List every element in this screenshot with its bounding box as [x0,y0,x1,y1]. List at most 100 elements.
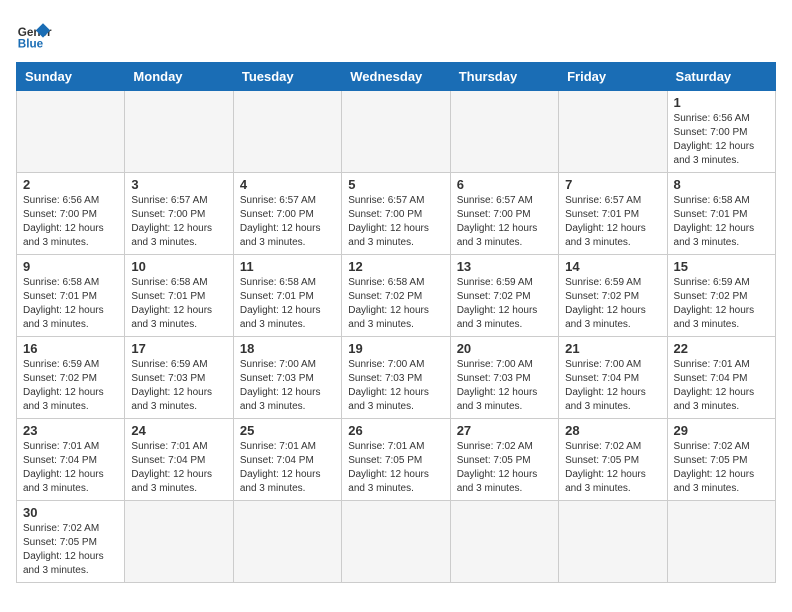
calendar-header-row: SundayMondayTuesdayWednesdayThursdayFrid… [17,63,776,91]
calendar-cell: 6 Sunrise: 6:57 AM Sunset: 7:00 PM Daylig… [450,173,558,255]
day-info: Sunrise: 6:59 AM Sunset: 7:02 PM Dayligh… [23,358,118,414]
calendar-cell: 28Sunrise: 7:02 AM Sunset: 7:05 PM Dayli… [559,419,667,501]
day-info: Sunrise: 6:57 AM Sunset: 7:00 PM Dayligh… [131,194,226,250]
day-number: 14 [565,259,660,274]
calendar-cell: 13Sunrise: 6:59 AM Sunset: 7:02 PM Dayli… [450,255,558,337]
day-number: 18 [240,341,335,356]
calendar-cell: 1 Sunrise: 6:56 AM Sunset: 7:00 PM Daylig… [667,91,775,173]
calendar-cell: 7Sunrise: 6:57 AM Sunset: 7:01 PM Daylig… [559,173,667,255]
logo: General Blue [16,16,52,52]
weekday-header-thursday: Thursday [450,63,558,91]
week-row-1: 1 Sunrise: 6:56 AM Sunset: 7:00 PM Daylig… [17,91,776,173]
calendar-cell: 9Sunrise: 6:58 AM Sunset: 7:01 PM Daylig… [17,255,125,337]
day-info: Sunrise: 7:01 AM Sunset: 7:04 PM Dayligh… [674,358,769,414]
calendar-cell: 3 Sunrise: 6:57 AM Sunset: 7:00 PM Daylig… [125,173,233,255]
day-number: 16 [23,341,118,356]
day-number: 11 [240,259,335,274]
day-number: 25 [240,423,335,438]
day-number: 12 [348,259,443,274]
day-number: 13 [457,259,552,274]
day-info: Sunrise: 7:02 AM Sunset: 7:05 PM Dayligh… [457,440,552,496]
calendar-cell [450,91,558,173]
calendar-cell [559,501,667,583]
day-number: 3 [131,177,226,192]
calendar-cell: 30 Sunrise: 7:02 AM Sunset: 7:05 PM Dayli… [17,501,125,583]
calendar-cell [125,91,233,173]
day-info: Sunrise: 6:59 AM Sunset: 7:03 PM Dayligh… [131,358,226,414]
calendar-cell: 19 Sunrise: 7:00 AM Sunset: 7:03 PM Dayli… [342,337,450,419]
svg-text:Blue: Blue [18,38,44,51]
calendar-cell [559,91,667,173]
day-number: 28 [565,423,660,438]
calendar-cell: 11 Sunrise: 6:58 AM Sunset: 7:01 PM Dayli… [233,255,341,337]
week-row-6: 30 Sunrise: 7:02 AM Sunset: 7:05 PM Dayli… [17,501,776,583]
day-number: 24 [131,423,226,438]
weekday-header-wednesday: Wednesday [342,63,450,91]
day-info: Sunrise: 7:02 AM Sunset: 7:05 PM Dayligh… [674,440,769,496]
day-info: Sunrise: 6:57 AM Sunset: 7:00 PM Dayligh… [348,194,443,250]
day-number: 20 [457,341,552,356]
day-info: Sunrise: 7:01 AM Sunset: 7:04 PM Dayligh… [23,440,118,496]
week-row-2: 2 Sunrise: 6:56 AM Sunset: 7:00 PM Daylig… [17,173,776,255]
page-header: General Blue [16,16,776,52]
calendar-cell: 8Sunrise: 6:58 AM Sunset: 7:01 PM Daylig… [667,173,775,255]
calendar-cell: 17Sunrise: 6:59 AM Sunset: 7:03 PM Dayli… [125,337,233,419]
calendar-cell: 20Sunrise: 7:00 AM Sunset: 7:03 PM Dayli… [450,337,558,419]
day-number: 23 [23,423,118,438]
day-info: Sunrise: 6:59 AM Sunset: 7:02 PM Dayligh… [565,276,660,332]
day-info: Sunrise: 6:58 AM Sunset: 7:01 PM Dayligh… [131,276,226,332]
calendar-cell: 18 Sunrise: 7:00 AM Sunset: 7:03 PM Dayli… [233,337,341,419]
day-number: 2 [23,177,118,192]
day-number: 19 [348,341,443,356]
calendar-cell [125,501,233,583]
calendar-cell: 2 Sunrise: 6:56 AM Sunset: 7:00 PM Daylig… [17,173,125,255]
day-info: Sunrise: 6:57 AM Sunset: 7:00 PM Dayligh… [457,194,552,250]
day-info: Sunrise: 6:56 AM Sunset: 7:00 PM Dayligh… [674,112,769,168]
calendar-cell: 10 Sunrise: 6:58 AM Sunset: 7:01 PM Dayli… [125,255,233,337]
logo-icon: General Blue [16,16,52,52]
calendar-cell: 14 Sunrise: 6:59 AM Sunset: 7:02 PM Dayli… [559,255,667,337]
calendar-cell [342,501,450,583]
weekday-header-saturday: Saturday [667,63,775,91]
day-number: 26 [348,423,443,438]
day-info: Sunrise: 6:58 AM Sunset: 7:01 PM Dayligh… [674,194,769,250]
weekday-header-tuesday: Tuesday [233,63,341,91]
day-info: Sunrise: 7:00 AM Sunset: 7:03 PM Dayligh… [240,358,335,414]
calendar-cell: 22 Sunrise: 7:01 AM Sunset: 7:04 PM Dayli… [667,337,775,419]
day-number: 1 [674,95,769,110]
calendar-body: 1 Sunrise: 6:56 AM Sunset: 7:00 PM Daylig… [17,91,776,583]
day-number: 27 [457,423,552,438]
calendar-table: SundayMondayTuesdayWednesdayThursdayFrid… [16,62,776,583]
day-number: 5 [348,177,443,192]
weekday-header-monday: Monday [125,63,233,91]
calendar-cell: 26 Sunrise: 7:01 AM Sunset: 7:05 PM Dayli… [342,419,450,501]
calendar-cell [450,501,558,583]
day-info: Sunrise: 6:58 AM Sunset: 7:01 PM Dayligh… [23,276,118,332]
day-info: Sunrise: 7:01 AM Sunset: 7:04 PM Dayligh… [131,440,226,496]
day-number: 6 [457,177,552,192]
day-number: 29 [674,423,769,438]
day-info: Sunrise: 7:01 AM Sunset: 7:04 PM Dayligh… [240,440,335,496]
calendar-cell: 5 Sunrise: 6:57 AM Sunset: 7:00 PM Daylig… [342,173,450,255]
calendar-cell: 12Sunrise: 6:58 AM Sunset: 7:02 PM Dayli… [342,255,450,337]
calendar-cell: 15Sunrise: 6:59 AM Sunset: 7:02 PM Dayli… [667,255,775,337]
day-number: 4 [240,177,335,192]
day-info: Sunrise: 6:58 AM Sunset: 7:01 PM Dayligh… [240,276,335,332]
day-number: 21 [565,341,660,356]
day-info: Sunrise: 7:01 AM Sunset: 7:05 PM Dayligh… [348,440,443,496]
day-info: Sunrise: 7:00 AM Sunset: 7:03 PM Dayligh… [348,358,443,414]
calendar-cell: 4 Sunrise: 6:57 AM Sunset: 7:00 PM Daylig… [233,173,341,255]
calendar-cell: 16 Sunrise: 6:59 AM Sunset: 7:02 PM Dayli… [17,337,125,419]
day-info: Sunrise: 6:56 AM Sunset: 7:00 PM Dayligh… [23,194,118,250]
day-number: 22 [674,341,769,356]
day-number: 10 [131,259,226,274]
calendar-cell: 21Sunrise: 7:00 AM Sunset: 7:04 PM Dayli… [559,337,667,419]
day-number: 30 [23,505,118,520]
day-number: 15 [674,259,769,274]
calendar-cell: 25 Sunrise: 7:01 AM Sunset: 7:04 PM Dayli… [233,419,341,501]
calendar-cell: 27 Sunrise: 7:02 AM Sunset: 7:05 PM Dayli… [450,419,558,501]
day-info: Sunrise: 6:57 AM Sunset: 7:01 PM Dayligh… [565,194,660,250]
week-row-5: 23 Sunrise: 7:01 AM Sunset: 7:04 PM Dayli… [17,419,776,501]
day-info: Sunrise: 6:57 AM Sunset: 7:00 PM Dayligh… [240,194,335,250]
day-info: Sunrise: 7:02 AM Sunset: 7:05 PM Dayligh… [23,522,118,578]
